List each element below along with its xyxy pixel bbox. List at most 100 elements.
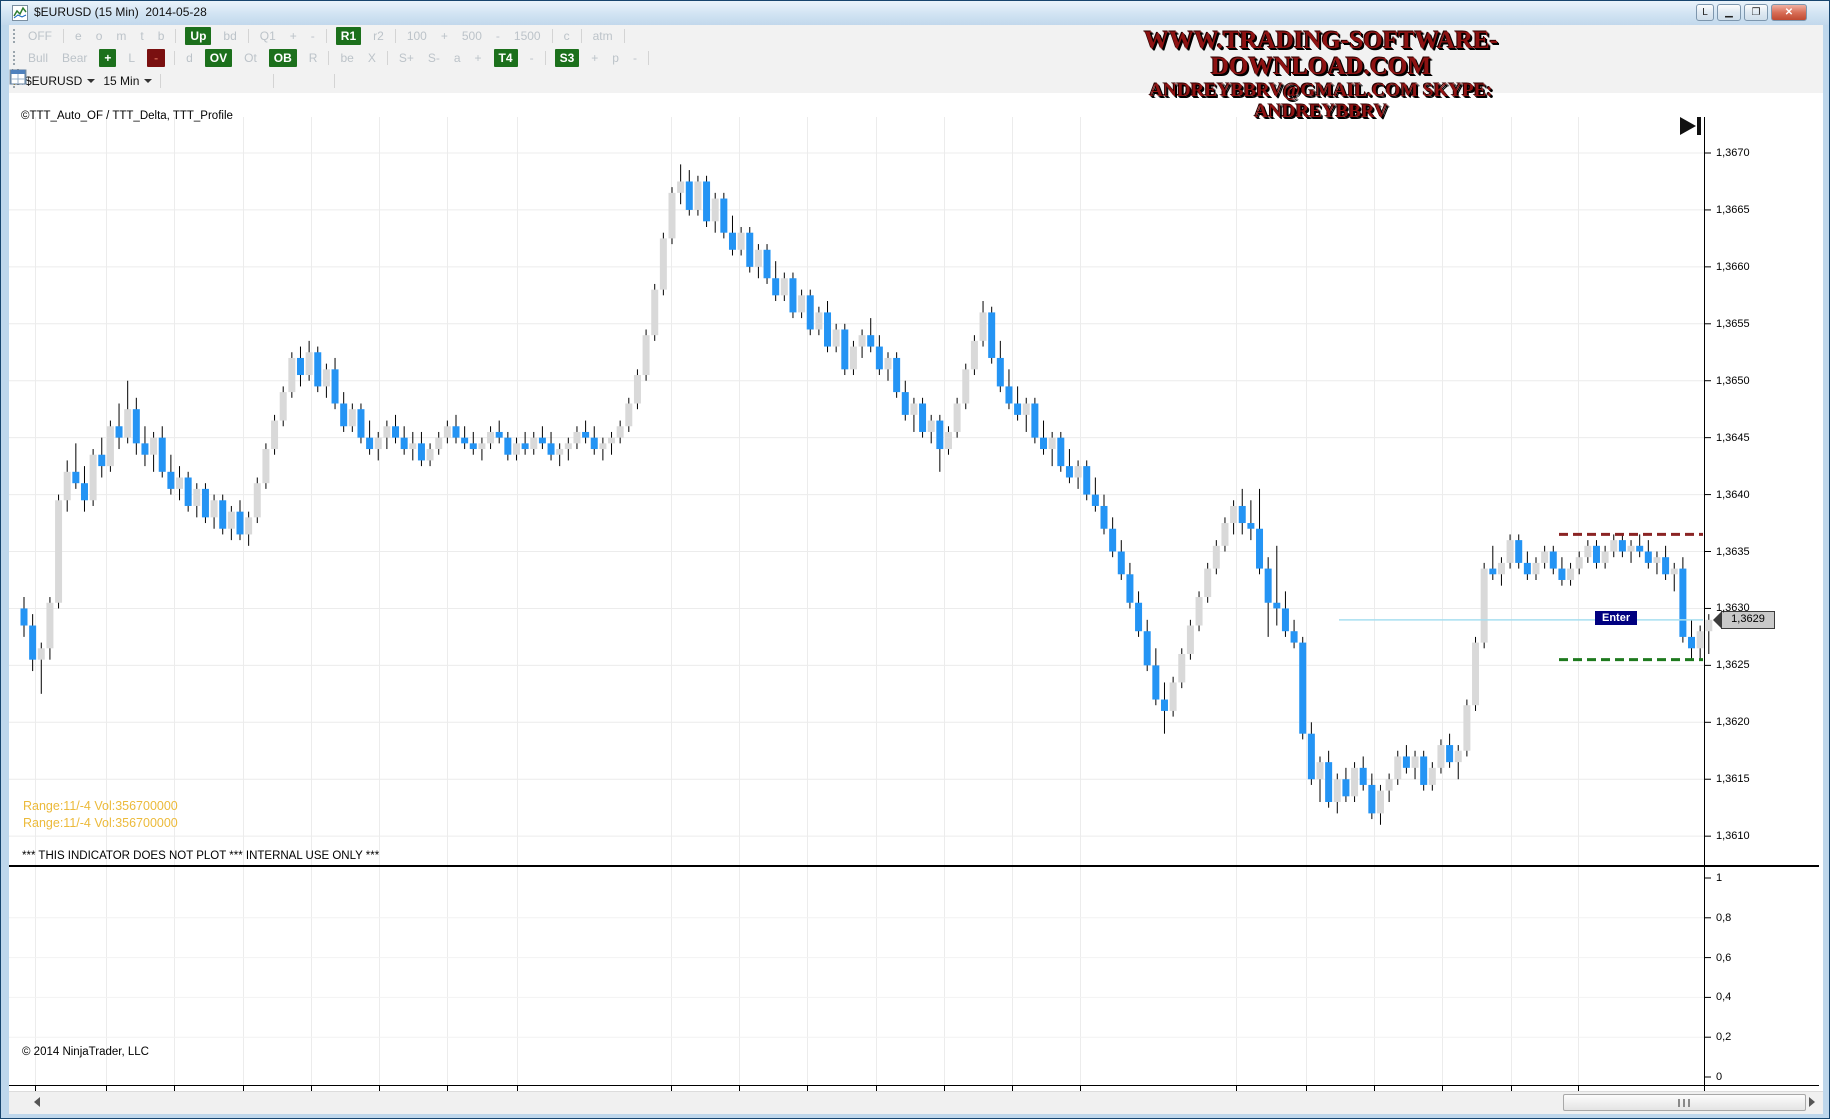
price-tick-label: 1,3650 (1716, 375, 1750, 387)
toolbar-grip[interactable] (12, 29, 17, 43)
tb1-item-9-bd[interactable]: bd (216, 29, 243, 43)
tb2-item-4--[interactable]: - (147, 49, 165, 67)
tb1-item-24-c[interactable]: c (557, 29, 577, 43)
tb2-item-15-S+[interactable]: S+ (392, 51, 421, 65)
account-icon[interactable]: $ (420, 72, 440, 90)
scroll-left-icon[interactable] (34, 1097, 40, 1107)
toolbar-grip[interactable] (12, 51, 17, 65)
chart-style-icon[interactable] (168, 72, 188, 90)
market-depth-icon[interactable] (342, 72, 362, 90)
tb2-item-16-S-[interactable]: S- (421, 51, 447, 65)
tb2-item-8-Ot[interactable]: Ot (237, 51, 264, 65)
minimize-button[interactable]: ▁ (1717, 4, 1741, 21)
tb1-item-3-o[interactable]: o (89, 29, 110, 43)
tb2-item-12-be[interactable]: be (333, 51, 360, 65)
tb2-item-24-p[interactable]: p (605, 51, 626, 65)
instrument-label: $EURUSD (25, 74, 82, 88)
chart-trader-icon[interactable] (368, 72, 388, 90)
separator (160, 74, 161, 88)
interval-label: 15 Min (103, 74, 139, 88)
title-bar[interactable]: $EURUSD (15 Min) 2014-05-28 L ▁ ❐ ✕ (1, 1, 1829, 25)
tb1-item-2-e[interactable]: e (68, 29, 89, 43)
go-to-last-bar-icon[interactable] (1677, 115, 1707, 139)
tb1-item-8-Up[interactable]: Up (185, 27, 211, 45)
client-area: OFFeomtbUpbdQ1+-R1r2100+500-1500catm Bul… (9, 25, 1823, 1113)
interval-dropdown[interactable]: 15 Min (99, 74, 156, 88)
tb1-separator (175, 29, 176, 43)
scroll-right-icon[interactable] (1809, 1097, 1815, 1107)
tb2-separator (648, 51, 649, 65)
price-tick-label: 1,3640 (1716, 489, 1750, 501)
tb1-item-22-1500[interactable]: 1500 (507, 29, 548, 43)
tb1-item-0-OFF[interactable]: OFF (21, 29, 59, 43)
indicators-icon[interactable] (394, 72, 414, 90)
tb1-separator (248, 29, 249, 43)
tb2-item-9-OB[interactable]: OB (269, 49, 297, 67)
pencil-icon[interactable] (194, 72, 214, 90)
lower-tick-label: 0 (1716, 1071, 1722, 1083)
tb2-item-3-L[interactable]: L (121, 51, 142, 65)
enter-order-tag: Enter (1595, 611, 1637, 625)
cursor-icon[interactable] (281, 72, 301, 90)
tb2-item-18-+[interactable]: + (468, 51, 489, 65)
tb2-separator (328, 51, 329, 65)
tb2-item-23-+[interactable]: + (584, 51, 605, 65)
price-tick-label: 1,3635 (1716, 546, 1750, 558)
price-tick-label: 1,3645 (1716, 432, 1750, 444)
tb1-item-5-t[interactable]: t (133, 29, 150, 43)
tb1-separator (581, 29, 582, 43)
tb1-item-13--[interactable]: - (304, 29, 322, 43)
tb1-separator (63, 29, 64, 43)
tb1-item-19-+[interactable]: + (434, 29, 455, 43)
restore-button[interactable]: ❐ (1744, 4, 1768, 21)
tb2-separator (545, 51, 546, 65)
tb1-item-4-m[interactable]: m (109, 29, 133, 43)
tb1-item-11-Q1[interactable]: Q1 (253, 29, 283, 43)
tb1-item-21--[interactable]: - (489, 29, 507, 43)
tb2-item-20--[interactable]: - (523, 51, 541, 65)
copyright-label: © 2014 NinjaTrader, LLC (22, 1046, 149, 1058)
tb1-item-6-b[interactable]: b (151, 29, 172, 43)
chart-plot-area[interactable] (9, 93, 1823, 1119)
tb2-item-22-S3[interactable]: S3 (555, 49, 580, 67)
tb2-item-1-Bear[interactable]: Bear (55, 51, 94, 65)
scrollbar-thumb[interactable] (1563, 1094, 1806, 1111)
tb2-item-10-R[interactable]: R (302, 51, 325, 65)
tb2-item-6-d[interactable]: d (179, 51, 200, 65)
tb1-item-15-R1[interactable]: R1 (336, 27, 361, 45)
instrument-dropdown[interactable]: $EURUSD (21, 74, 99, 88)
tb2-item-17-a[interactable]: a (447, 51, 468, 65)
data-box-icon[interactable] (307, 72, 327, 90)
app-icon (12, 5, 28, 21)
tb2-item-19-T4[interactable]: T4 (494, 49, 518, 67)
range-text-2: Range:11/-4 Vol:356700000 (23, 816, 178, 830)
chevron-down-icon (87, 79, 95, 83)
link-button[interactable]: L (1696, 4, 1714, 21)
lower-tick-label: 0,8 (1716, 912, 1731, 924)
watermark-line2: ANDREYBBRV@GMAIL.COM SKYPE: ANDREYBBRV (1086, 80, 1556, 122)
tb2-separator (387, 51, 388, 65)
zoom-out-icon[interactable] (246, 72, 266, 90)
tb1-item-20-500[interactable]: 500 (455, 29, 489, 43)
tb2-item-25--[interactable]: - (626, 51, 644, 65)
lower-tick-label: 1 (1716, 872, 1722, 884)
grid-icon[interactable] (446, 72, 466, 90)
separator (334, 74, 335, 88)
tb2-item-2-+[interactable]: + (99, 49, 116, 67)
horizontal-scrollbar[interactable] (9, 1091, 1823, 1114)
thumb-grip-icon (1678, 1099, 1692, 1107)
price-tick-label: 1,3620 (1716, 716, 1750, 728)
tb1-item-26-atm[interactable]: atm (586, 29, 620, 43)
tb2-item-7-OV[interactable]: OV (205, 49, 232, 67)
close-button[interactable]: ✕ (1771, 4, 1807, 21)
tb1-item-16-r2[interactable]: r2 (366, 29, 391, 43)
range-text-1: Range:11/-4 Vol:356700000 (23, 799, 178, 813)
tb1-item-12-+[interactable]: + (283, 29, 304, 43)
zoom-in-icon[interactable] (220, 72, 240, 90)
price-tick-label: 1,3610 (1716, 830, 1750, 842)
tb1-item-18-100[interactable]: 100 (400, 29, 434, 43)
tb2-item-0-Bull[interactable]: Bull (21, 51, 55, 65)
price-tick-label: 1,3615 (1716, 773, 1750, 785)
tb2-item-13-X[interactable]: X (361, 51, 383, 65)
price-tick-label: 1,3630 (1716, 602, 1750, 614)
